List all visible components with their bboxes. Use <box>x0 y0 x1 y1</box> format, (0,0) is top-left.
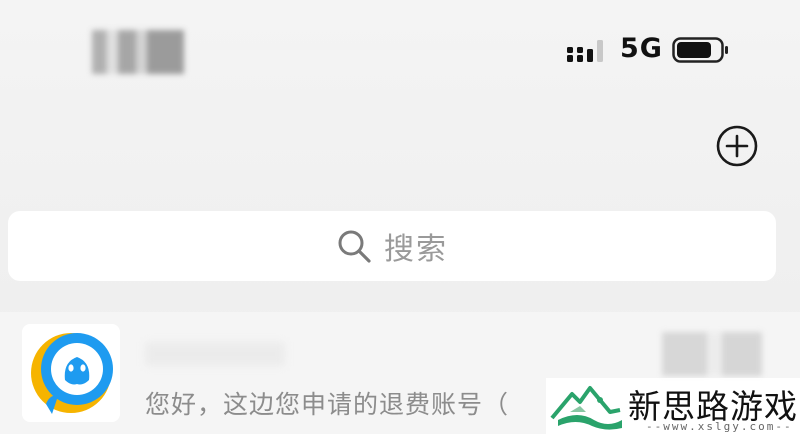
search-icon <box>338 230 371 263</box>
mountain-logo-icon <box>550 386 622 430</box>
phone-screen: 5G 搜索 您好，这边您申请的退费账号（ 新思路游戏 --www.xslgy.c… <box>0 0 800 434</box>
blurred-contact-name <box>145 342 285 366</box>
signal-bars-icon <box>567 40 603 62</box>
status-bar: 5G <box>0 0 800 100</box>
chat-preview-text: 您好，这边您申请的退费账号（ <box>145 390 510 419</box>
search-input[interactable]: 搜索 <box>8 211 776 281</box>
watermark: 新思路游戏 --www.xslgy.com-- <box>546 378 800 434</box>
battery-icon <box>672 37 728 63</box>
blurred-time <box>92 30 184 74</box>
network-type-label: 5G <box>620 33 663 64</box>
avatar <box>22 324 120 422</box>
plus-circle-icon <box>716 125 758 167</box>
blurred-timestamp <box>662 332 762 376</box>
add-button[interactable] <box>715 124 759 168</box>
watermark-url: --www.xslgy.com-- <box>646 420 793 433</box>
qq-penguin-icon <box>31 333 113 414</box>
search-placeholder: 搜索 <box>384 232 448 267</box>
